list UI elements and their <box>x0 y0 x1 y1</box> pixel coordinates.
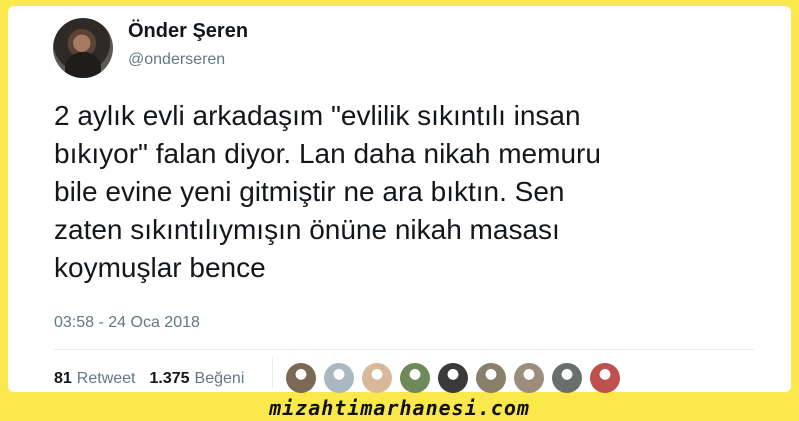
liker-avatar-1[interactable] <box>286 363 316 393</box>
user-avatar[interactable] <box>53 18 113 78</box>
liker-avatar-9[interactable] <box>590 363 620 393</box>
like-count[interactable]: 1.375 <box>150 370 190 388</box>
tweet-text: 2 aylık evli arkadaşım "evlilik sıkıntıl… <box>54 100 601 283</box>
tweet-card: Önder Şeren @onderseren 2 aylık evli ark… <box>8 6 791 393</box>
liker-avatar-8[interactable] <box>552 363 582 393</box>
liker-avatar-6[interactable] <box>476 363 506 393</box>
tweet-stats: 81 Retweet 1.375 Beğeni <box>54 370 258 388</box>
retweet-label[interactable]: Retweet <box>77 370 136 388</box>
display-name[interactable]: Önder Şeren <box>128 20 248 43</box>
user-handle[interactable]: @onderseren <box>128 51 225 69</box>
liker-avatar-5[interactable] <box>438 363 468 393</box>
tweet-timestamp[interactable]: 03:58 - 24 Oca 2018 <box>54 314 200 332</box>
stats-separator <box>272 357 273 389</box>
retweet-count[interactable]: 81 <box>54 370 72 388</box>
watermark-text: mizahtimarhanesi.com <box>269 396 530 420</box>
liker-avatar-2[interactable] <box>324 363 354 393</box>
liker-avatars <box>286 363 628 393</box>
divider <box>54 349 754 350</box>
liker-avatar-7[interactable] <box>514 363 544 393</box>
like-label[interactable]: Beğeni <box>195 370 245 388</box>
liker-avatar-4[interactable] <box>400 363 430 393</box>
liker-avatar-3[interactable] <box>362 363 392 393</box>
